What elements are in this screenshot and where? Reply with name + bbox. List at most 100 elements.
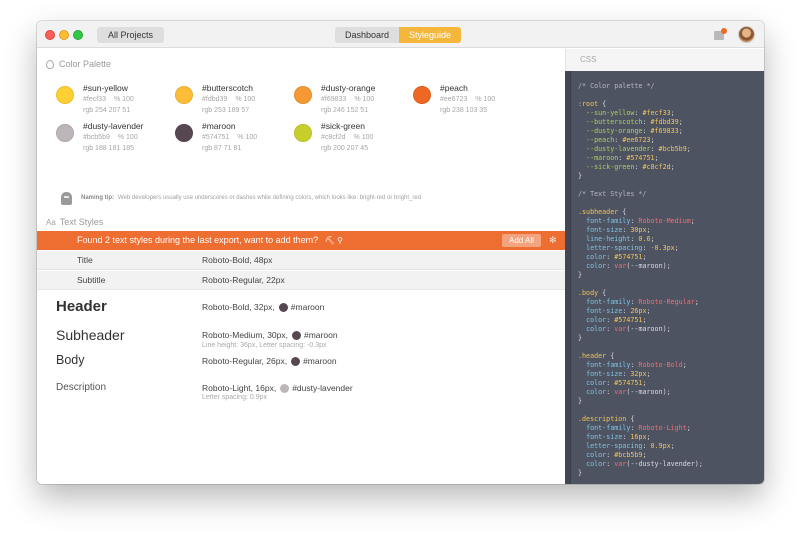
- color-dot-icon: [292, 330, 301, 340]
- code-token: 30px: [630, 226, 647, 234]
- notification-icon[interactable]: [712, 27, 728, 43]
- code-line: .header {: [578, 352, 703, 361]
- code-token: --dusty-orange: [586, 127, 643, 135]
- swatch-color-dot: [56, 124, 74, 142]
- pending-style-row[interactable]: Subtitle Roboto-Regular, 22px: [37, 271, 565, 290]
- code-line: line-height: 0.6;: [578, 235, 703, 244]
- code-token: #c8cf2d: [642, 163, 671, 171]
- code-token: #574751: [614, 379, 643, 387]
- avatar[interactable]: [738, 26, 755, 43]
- swatch-alpha: % 100: [113, 96, 134, 103]
- code-token: color: [586, 325, 607, 333]
- swatch-color-dot: [294, 124, 312, 142]
- code-token: color: [586, 451, 607, 459]
- code-token: :: [650, 145, 659, 153]
- add-all-button[interactable]: Add All: [502, 234, 541, 247]
- code-token: #f69833: [650, 127, 679, 135]
- code-gutter: [565, 71, 571, 484]
- code-token: .subheader: [578, 208, 619, 216]
- naming-tip: Naming tip: Web developers usually use u…: [61, 190, 421, 206]
- tab-styleguide[interactable]: Styleguide: [399, 27, 462, 43]
- code-token: ;: [642, 316, 647, 324]
- text-styles-icon: Aa: [46, 217, 56, 227]
- swatch-hex: #574751: [202, 134, 230, 141]
- swatch-name: #maroon: [202, 121, 236, 131]
- swatch-hex-line: #fdbd39 % 100: [202, 96, 255, 103]
- code-token: ;: [646, 226, 651, 234]
- code-line: color: var(--dusty-lavender);: [578, 460, 703, 469]
- text-style-color-name: #maroon: [290, 302, 325, 312]
- tab-dashboard[interactable]: Dashboard: [335, 27, 400, 43]
- code-token: ;: [670, 442, 675, 450]
- dismiss-banner-icon[interactable]: ✻: [549, 231, 557, 250]
- code-token: -0.3px: [650, 244, 675, 252]
- text-style-name: Header: [56, 298, 107, 315]
- text-style-spec: Roboto-Medium, 30px, #maroon: [202, 330, 338, 340]
- code-token: color: [586, 262, 607, 270]
- minimize-window-button[interactable]: [59, 30, 69, 40]
- color-swatch[interactable]: #peach #ee6723 % 100 rgb 238 103 35: [413, 83, 533, 127]
- code-line: letter-spacing: -0.3px;: [578, 244, 703, 253]
- css-code-block[interactable]: /* Color palette */:root { --sun-yellow:…: [578, 82, 703, 478]
- text-style-row-description[interactable]: Description Roboto-Light, 16px, #dusty-l…: [37, 382, 565, 408]
- code-token: font-family: [586, 298, 631, 306]
- code-token: 0.9px: [650, 442, 671, 450]
- css-panel-title: CSS: [565, 49, 764, 71]
- code-token: #bcb5b9: [614, 451, 643, 459]
- notification-badge: [721, 28, 727, 34]
- pending-style-row[interactable]: Title Roboto-Bold, 48px: [37, 251, 565, 270]
- all-projects-button[interactable]: All Projects: [97, 27, 165, 43]
- text-style-row-header[interactable]: Header Roboto-Bold, 32px, #maroon: [37, 297, 565, 323]
- code-token: --butterscotch: [586, 118, 643, 126]
- code-token: font-size: [586, 226, 623, 234]
- close-window-button[interactable]: [45, 30, 55, 40]
- code-token: ;: [646, 307, 651, 315]
- color-dot-icon: [278, 302, 288, 312]
- swatch-hex-line: #fecf33 % 100: [83, 96, 134, 103]
- color-swatch[interactable]: #maroon #574751 % 100 rgb 87 71 81: [175, 121, 295, 165]
- code-token: ;: [646, 433, 651, 441]
- code-token: :: [642, 442, 651, 450]
- code-token: (--dusty-lavender);: [626, 460, 703, 468]
- code-line: .description {: [578, 415, 703, 424]
- code-token: line-height: [586, 235, 631, 243]
- zoom-window-button[interactable]: [73, 30, 83, 40]
- export-banner: Found 2 text styles during the last expo…: [37, 231, 565, 250]
- text-style-color-name: #maroon: [304, 330, 338, 340]
- code-line: font-size: 30px;: [578, 226, 703, 235]
- code-token: /* Text Styles */: [578, 190, 647, 198]
- code-token: Roboto-Light: [638, 424, 687, 432]
- text-style-row-subheader[interactable]: Subheader Roboto-Medium, 30px, #maroon L…: [37, 325, 565, 355]
- code-token: var: [614, 262, 627, 270]
- color-swatch[interactable]: #dusty-lavender #bcb5b9 % 100 rgb 188 181 1…: [56, 121, 176, 165]
- color-swatch[interactable]: #sick-green #c8cf2d % 100 rgb 200 207 45: [294, 121, 414, 165]
- swatch-alpha: % 100: [354, 96, 375, 103]
- code-token: {: [618, 208, 627, 216]
- code-token: :: [642, 118, 651, 126]
- code-token: --maroon: [586, 154, 619, 162]
- swatch-hex-line: #ee6723 % 100: [440, 96, 495, 103]
- pending-style-spec: Roboto-Regular, 22px: [202, 275, 285, 285]
- code-token: #fecf33: [642, 109, 671, 117]
- code-token: (--maroon);: [626, 262, 671, 270]
- text-style-row-body[interactable]: Body Roboto-Regular, 26px, #maroon: [37, 353, 565, 375]
- title-bar: All Projects Dashboard Styleguide: [37, 21, 764, 48]
- code-line: /* Text Styles */: [578, 190, 703, 199]
- code-line: font-size: 16px;: [578, 433, 703, 442]
- code-token: ;: [678, 127, 683, 135]
- code-token: var: [614, 388, 627, 396]
